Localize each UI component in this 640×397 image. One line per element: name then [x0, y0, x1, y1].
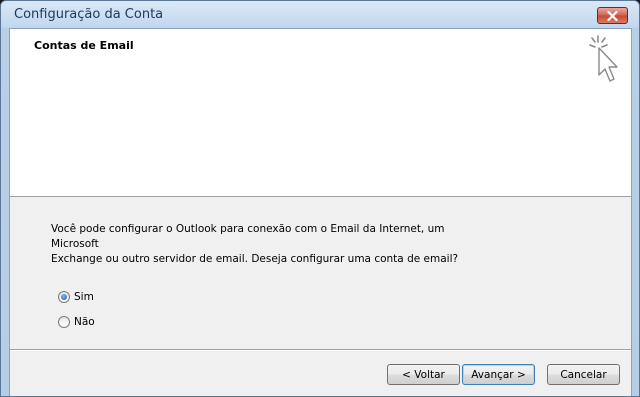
cancel-button[interactable]: Cancelar: [547, 364, 620, 385]
footer-separator: [10, 349, 631, 351]
radio-label-sim: Sim: [74, 291, 94, 303]
dialog-client-area: Contas de Email Você pode configurar o O…: [9, 28, 632, 396]
question-text: Você pode configurar o Outlook para cone…: [51, 222, 491, 267]
back-button[interactable]: < Voltar: [387, 364, 460, 385]
question-line-2: Exchange ou outro servidor de email. Des…: [51, 253, 459, 265]
page-title: Contas de Email: [34, 39, 134, 52]
header-panel: Contas de Email: [10, 29, 631, 197]
next-button[interactable]: Avançar >: [462, 364, 535, 385]
radio-button-sim[interactable]: [58, 291, 70, 303]
wizard-cursor-icon: [589, 35, 618, 82]
account-settings-window: Configuração da Conta Contas de Email Vo…: [0, 0, 640, 397]
radio-label-nao: Não: [74, 316, 95, 328]
radio-option-sim[interactable]: Sim: [58, 291, 94, 303]
question-line-1: Você pode configurar o Outlook para cone…: [51, 223, 445, 250]
radio-button-nao[interactable]: [58, 316, 70, 328]
close-icon: [607, 10, 618, 21]
close-button[interactable]: [597, 7, 628, 24]
title-bar[interactable]: Configuração da Conta: [1, 1, 639, 28]
window-title: Configuração da Conta: [14, 7, 164, 22]
radio-option-nao[interactable]: Não: [58, 316, 95, 328]
